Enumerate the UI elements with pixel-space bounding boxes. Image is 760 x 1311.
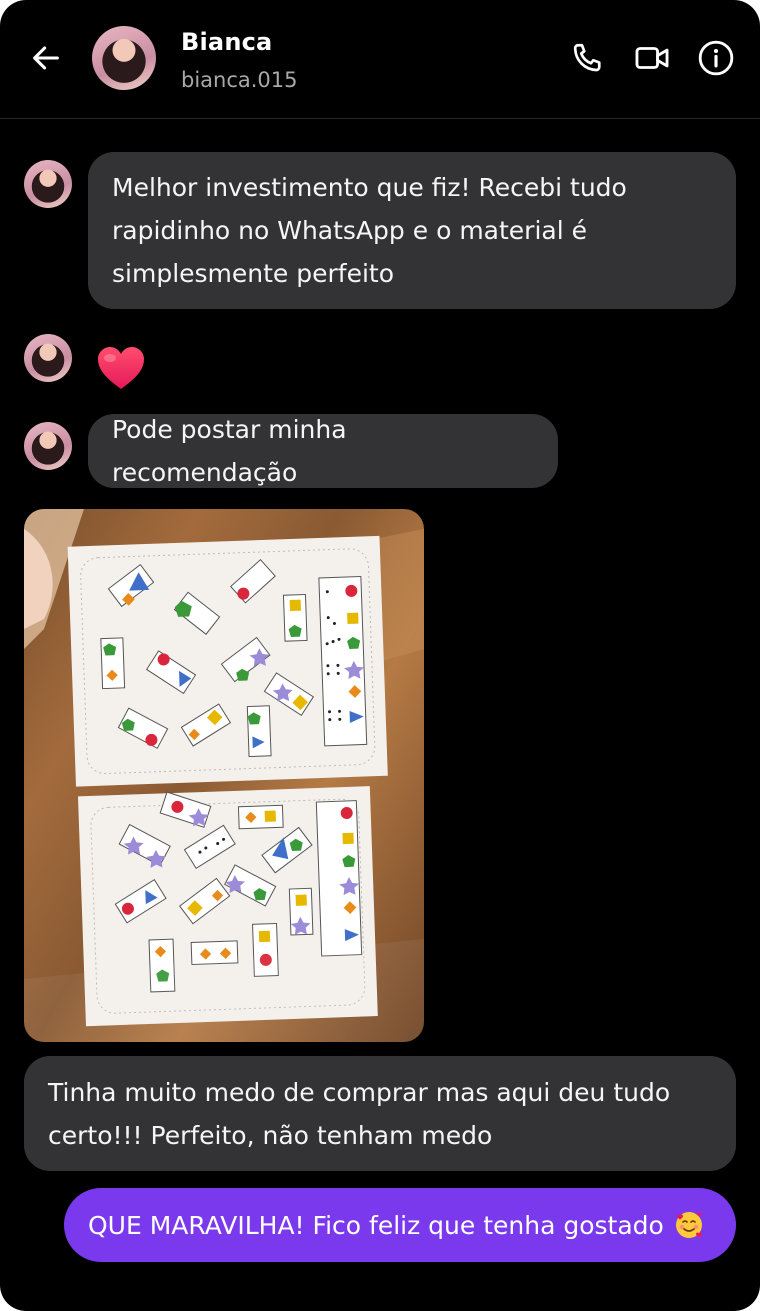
video-call-button[interactable]: [632, 38, 672, 78]
chat-screen: Bianca bianca.015 Melhor investimento qu…: [0, 0, 760, 1311]
outgoing-message-text: QUE MARAVILHA! Fico feliz que tenha gost…: [88, 1210, 664, 1240]
arrow-left-icon: [33, 46, 59, 70]
chat-header: Bianca bianca.015: [0, 0, 760, 119]
contact-avatar-small[interactable]: [24, 334, 72, 382]
back-button[interactable]: [26, 38, 66, 78]
contact-avatar-small[interactable]: [24, 160, 72, 208]
conversation-info-button[interactable]: [696, 38, 736, 78]
voice-call-button[interactable]: [568, 38, 608, 78]
contact-avatar-small[interactable]: [24, 422, 72, 470]
incoming-message[interactable]: Pode postar minha recomendação: [88, 414, 558, 488]
incoming-message[interactable]: Melhor investimento que fiz! Recebi tudo…: [88, 152, 736, 309]
smiling-face-with-hearts-icon: [674, 1210, 704, 1240]
info-icon: [698, 40, 734, 76]
phone-icon: [573, 43, 601, 72]
video-camera-icon: [635, 47, 669, 69]
contact-avatar[interactable]: [92, 26, 156, 90]
shared-photo[interactable]: [24, 509, 424, 1042]
contact-handle[interactable]: bianca.015: [181, 68, 298, 92]
outgoing-message[interactable]: QUE MARAVILHA! Fico feliz que tenha gost…: [64, 1188, 736, 1262]
incoming-message[interactable]: Tinha muito medo de comprar mas aqui deu…: [24, 1056, 736, 1171]
heart-icon[interactable]: [96, 345, 146, 391]
contact-name[interactable]: Bianca: [181, 28, 272, 56]
domino-worksheet-photo: [24, 509, 424, 1042]
